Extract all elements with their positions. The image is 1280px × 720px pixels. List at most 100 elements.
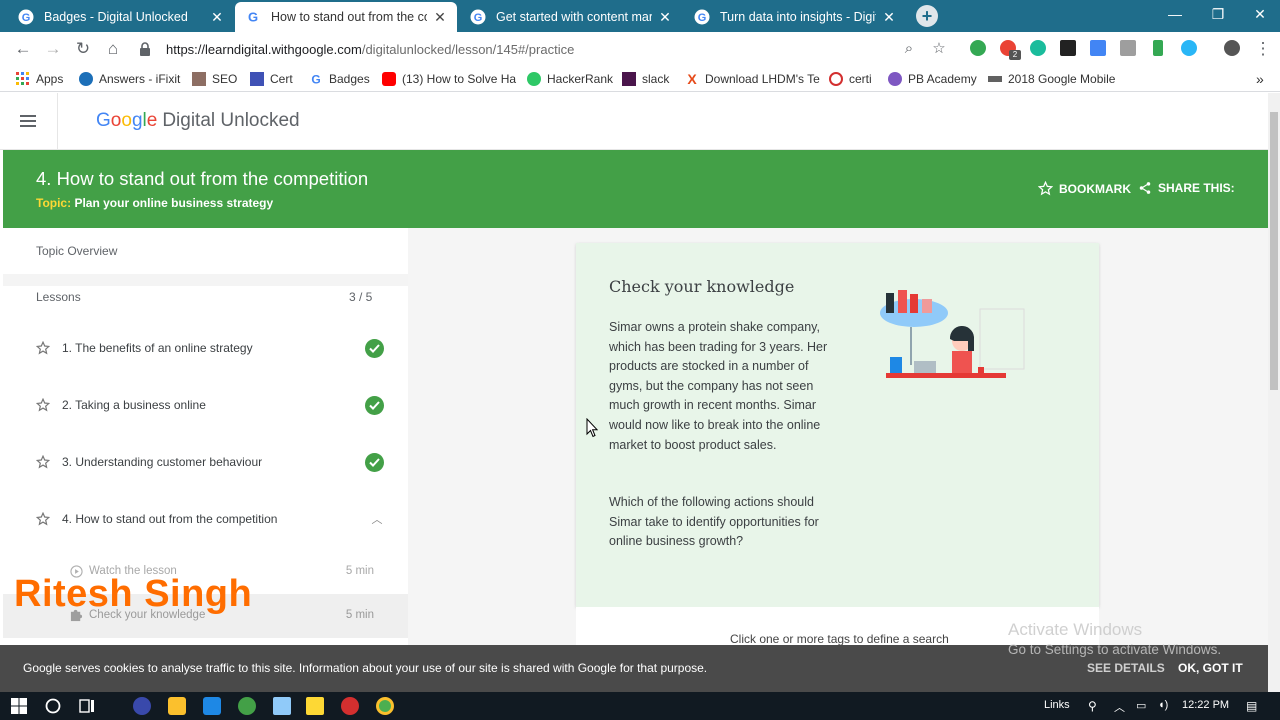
restore-window-button[interactable]: ❐ xyxy=(1197,0,1239,30)
bookmarks-overflow-button[interactable]: » xyxy=(1256,70,1264,88)
chrome-taskbar-icon[interactable] xyxy=(376,697,394,715)
close-window-button[interactable]: ✕ xyxy=(1239,0,1280,30)
app-taskbar-icon[interactable] xyxy=(133,697,151,715)
new-tab-button[interactable]: + xyxy=(916,5,938,27)
browser-tab[interactable]: G Turn data into insights - Digital U ✕ xyxy=(684,2,906,32)
bookmark-item[interactable]: HackerRank xyxy=(527,70,613,88)
share-icon xyxy=(1139,182,1151,194)
lesson-item[interactable]: 2. Taking a business online xyxy=(36,393,384,417)
cortana-search-icon[interactable] xyxy=(44,697,62,715)
bookmark-star-icon[interactable]: ☆ xyxy=(928,38,950,60)
minimize-window-button[interactable]: — xyxy=(1154,0,1196,30)
forward-arrow-icon[interactable]: → xyxy=(42,38,64,60)
sticky-notes-taskbar-icon[interactable] xyxy=(168,697,186,715)
grammarly-extension-icon[interactable] xyxy=(970,40,986,56)
pb-icon xyxy=(888,72,902,86)
reload-icon[interactable]: ↻ xyxy=(72,38,94,60)
chevron-up-icon[interactable]: ︿ xyxy=(1114,699,1125,715)
extension-icon[interactable] xyxy=(1120,40,1136,56)
extension-icon[interactable] xyxy=(1030,40,1046,56)
see-details-button[interactable]: SEE DETAILS xyxy=(1087,661,1165,675)
close-tab-icon[interactable]: ✕ xyxy=(210,9,224,26)
app-taskbar-icon[interactable] xyxy=(273,697,291,715)
file-explorer-taskbar-icon[interactable] xyxy=(306,697,324,715)
completed-check-icon xyxy=(365,452,384,472)
hackerrank-icon xyxy=(527,72,541,86)
app-taskbar-icon[interactable] xyxy=(238,697,256,715)
scrollbar-thumb[interactable] xyxy=(1270,112,1278,390)
browser-tab[interactable]: G Get started with content marketi ✕ xyxy=(460,2,682,32)
s-icon xyxy=(829,72,843,86)
close-tab-icon[interactable]: ✕ xyxy=(882,9,896,26)
vscode-taskbar-icon[interactable] xyxy=(203,697,221,715)
people-icon[interactable]: ⚲ xyxy=(1088,699,1097,713)
star-outline-icon[interactable] xyxy=(36,398,50,412)
battery-icon[interactable]: ▭ xyxy=(1136,699,1146,712)
volume-icon[interactable]: ◖) xyxy=(1158,699,1168,711)
bookmark-label: SEO xyxy=(212,72,238,86)
sidebar-separator xyxy=(3,274,408,286)
translate-extension-icon[interactable] xyxy=(1090,40,1106,56)
topic-value[interactable]: Plan your online business strategy xyxy=(74,196,273,210)
lessons-heading: Lessons xyxy=(36,290,81,304)
clock[interactable]: 12:22 PM xyxy=(1182,699,1229,711)
google-icon: G xyxy=(248,10,258,25)
url-field[interactable]: https://learndigital.withgoogle.com/digi… xyxy=(138,38,958,60)
bookmark-label: PB Academy xyxy=(908,72,977,86)
bookmark-item[interactable]: slack xyxy=(622,70,669,88)
activate-windows-title: Activate Windows xyxy=(1008,620,1143,639)
cookie-message: Google serves cookies to analyse traffic… xyxy=(23,661,708,675)
extension-icon[interactable] xyxy=(1153,40,1163,56)
bookmark-item[interactable]: Answers - iFixit xyxy=(79,70,180,88)
profile-avatar[interactable] xyxy=(1224,40,1240,56)
bookmark-item[interactable]: PB Academy xyxy=(888,70,977,88)
bookmark-item[interactable]: Cert xyxy=(250,70,293,88)
url-path: /digitalunlocked/lesson/145#/practice xyxy=(361,41,575,57)
lesson-label: 2. Taking a business online xyxy=(62,398,206,412)
zoom-search-icon[interactable]: ⌕ xyxy=(898,38,920,60)
bookmark-item[interactable]: (13) How to Solve Ha xyxy=(382,70,516,88)
completed-check-icon xyxy=(365,395,384,415)
bookmark-item[interactable]: SEO xyxy=(192,70,237,88)
home-icon[interactable]: ⌂ xyxy=(102,38,124,60)
browser-tab-active[interactable]: G How to stand out from the comp ✕ xyxy=(235,2,457,32)
notifications-icon[interactable]: ▤ xyxy=(1246,699,1257,713)
lesson-label: 4. How to stand out from the competition xyxy=(62,512,278,526)
star-outline-icon xyxy=(1038,181,1053,196)
bookmark-button[interactable]: BOOKMARK xyxy=(1038,181,1131,196)
extension-icon[interactable] xyxy=(1181,40,1197,56)
chrome-menu-icon[interactable]: ⋮ xyxy=(1252,38,1274,60)
lesson-item[interactable]: 1. The benefits of an online strategy xyxy=(36,336,384,360)
close-tab-icon[interactable]: ✕ xyxy=(433,9,447,26)
close-tab-icon[interactable]: ✕ xyxy=(658,9,672,26)
recorder-taskbar-icon[interactable] xyxy=(341,697,359,715)
lesson-label: 3. Understanding customer behaviour xyxy=(62,455,263,469)
google-digital-unlocked-logo[interactable]: Google Digital Unlocked xyxy=(96,110,300,132)
bookmark-item[interactable]: G Badges xyxy=(309,70,369,88)
star-outline-icon[interactable] xyxy=(36,341,50,355)
task-view-icon[interactable] xyxy=(78,697,96,715)
logo-letter: G xyxy=(96,110,111,131)
share-button[interactable]: SHARE THIS: xyxy=(1138,181,1235,195)
bookmark-item[interactable]: Apps xyxy=(16,70,63,88)
lesson-item-current[interactable]: 4. How to stand out from the competition… xyxy=(36,507,384,531)
star-outline-icon[interactable] xyxy=(36,512,50,526)
bookmark-item[interactable]: 2018 Google Mobile xyxy=(988,70,1115,88)
tab-title: Turn data into insights - Digital U xyxy=(720,10,876,24)
windows-start-icon[interactable] xyxy=(10,697,28,715)
bookmark-item[interactable]: certi xyxy=(829,70,872,88)
chevron-up-icon[interactable]: ︿ xyxy=(370,511,384,527)
links-toolbar[interactable]: Links xyxy=(1044,699,1070,711)
star-outline-icon[interactable] xyxy=(36,455,50,469)
ok-got-it-button[interactable]: OK, GOT IT xyxy=(1178,661,1243,675)
bookmark-item[interactable]: X Download LHDM's Te xyxy=(685,70,819,88)
checkbox-extension-icon[interactable] xyxy=(1060,40,1076,56)
bookmark-label: HackerRank xyxy=(547,72,614,86)
back-arrow-icon[interactable]: ← xyxy=(12,38,34,60)
svg-text:G: G xyxy=(474,12,483,24)
browser-tab[interactable]: G Badges - Digital Unlocked ✕ xyxy=(8,2,234,32)
topic-overview-link[interactable]: Topic Overview xyxy=(36,244,117,258)
lesson-item[interactable]: 3. Understanding customer behaviour xyxy=(36,450,384,474)
x-icon: X xyxy=(687,71,697,87)
hamburger-menu-icon[interactable] xyxy=(20,115,36,127)
